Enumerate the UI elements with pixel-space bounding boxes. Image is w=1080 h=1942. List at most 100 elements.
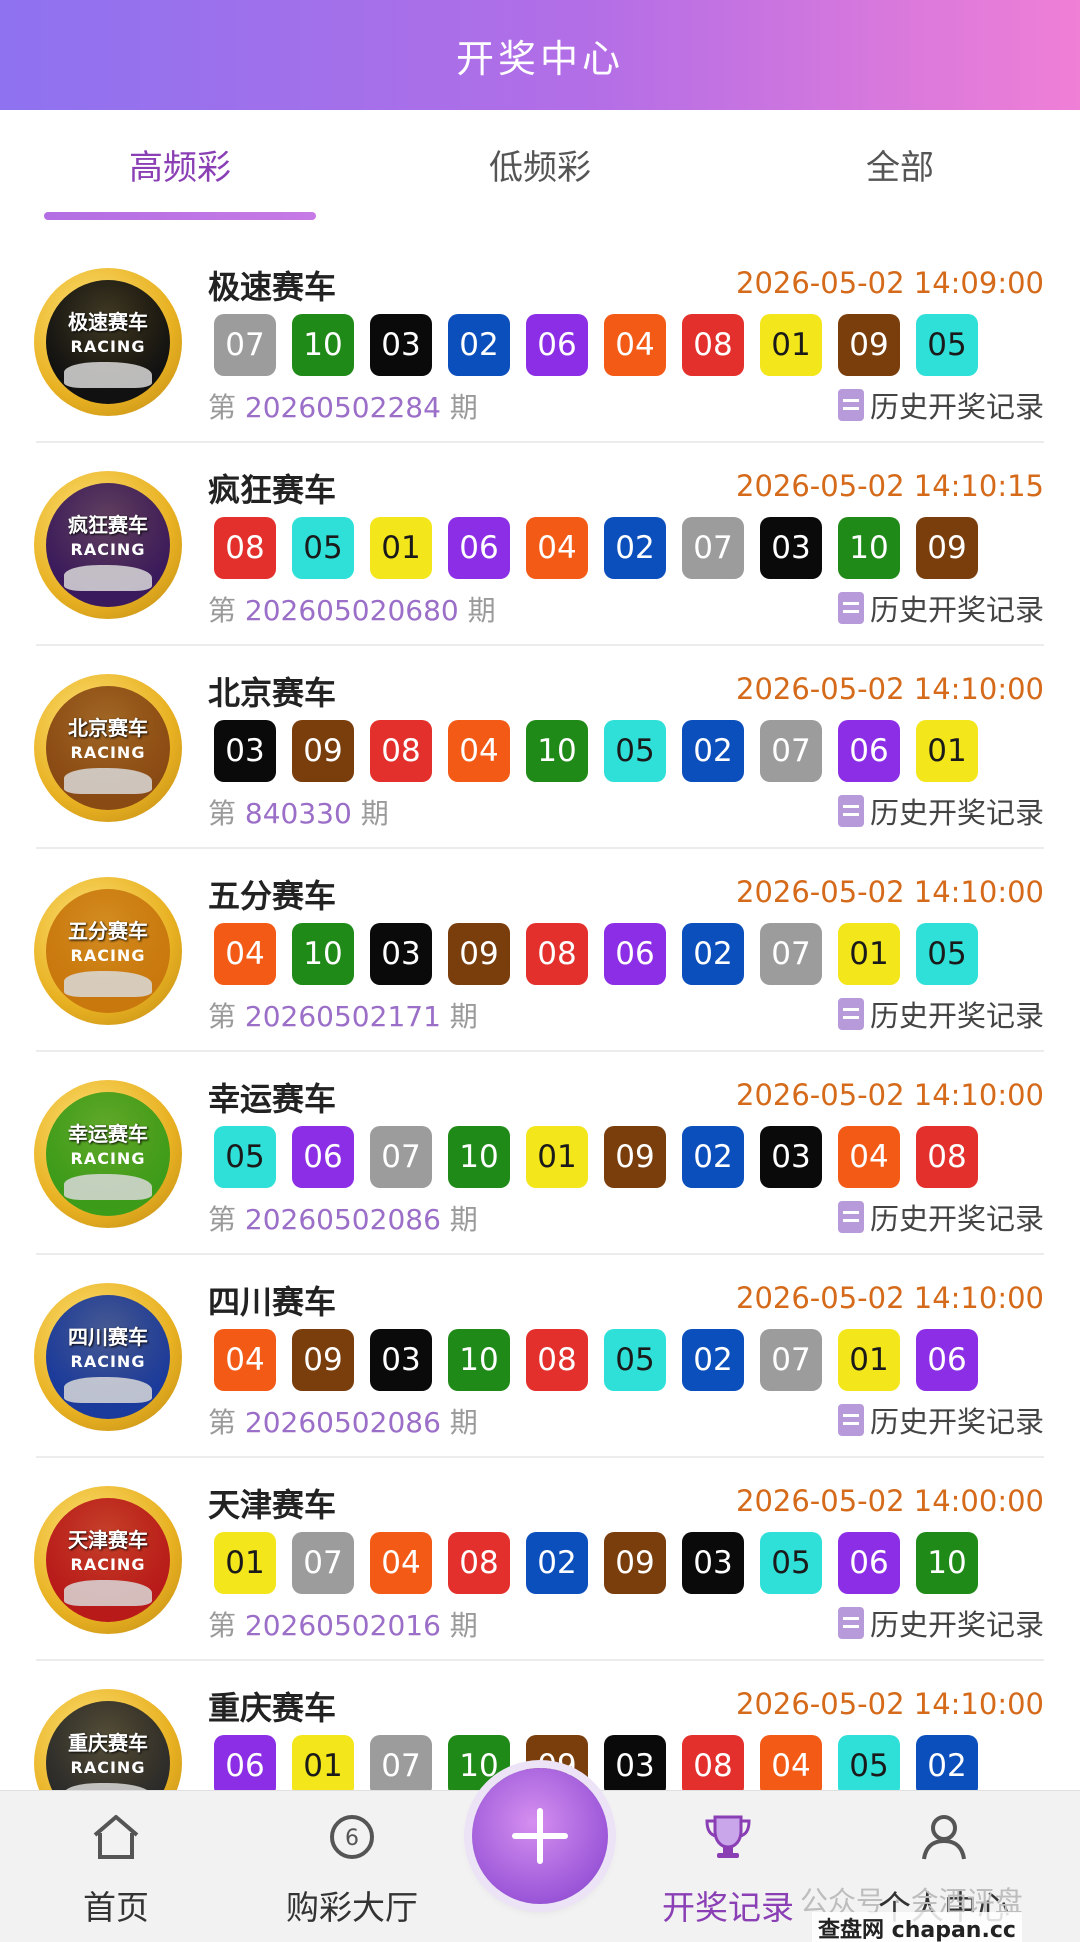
- issue-number: 第 840330 期: [208, 792, 389, 832]
- draw-result-row[interactable]: 四川赛车 RACING 四川赛车 2026-05-02 14:10:00 04 09 03 1…: [0, 1255, 1080, 1458]
- result-ball: 10: [448, 1126, 510, 1188]
- result-ball: 03: [214, 720, 276, 782]
- history-link[interactable]: 历史开奖记录: [837, 790, 1044, 832]
- race-car-icon: [64, 362, 152, 388]
- result-ball: 04: [760, 1735, 822, 1790]
- result-ball: 09: [604, 1532, 666, 1594]
- game-logo-badge: 天津赛车 RACING: [34, 1486, 182, 1634]
- issue-suffix: 期: [449, 1203, 478, 1236]
- badge-name: 四川赛车: [68, 1325, 148, 1349]
- document-icon: [837, 795, 864, 827]
- result-ball: 04: [448, 720, 510, 782]
- result-ball: 10: [838, 517, 900, 579]
- result-ball: 10: [292, 923, 354, 985]
- badge-name: 幸运赛车: [68, 1122, 148, 1146]
- result-ball: 02: [682, 1126, 744, 1188]
- document-icon: [837, 592, 864, 624]
- nav-lottery-hall-label: 购彩大厅: [286, 1888, 418, 1927]
- result-ball: 07: [682, 517, 744, 579]
- issue-value: 840330: [244, 797, 352, 830]
- race-car-icon: [64, 1174, 152, 1200]
- draw-result-row[interactable]: 五分赛车 RACING 五分赛车 2026-05-02 14:10:00 04 10 03 0…: [0, 849, 1080, 1052]
- history-label: 历史开奖记录: [869, 1405, 1044, 1439]
- badge-name: 重庆赛车: [68, 1731, 148, 1755]
- history-link[interactable]: 历史开奖记录: [837, 1399, 1044, 1441]
- badge-sub: RACING: [70, 1352, 146, 1371]
- game-name: 疯狂赛车: [208, 471, 337, 509]
- result-ball: 05: [838, 1735, 900, 1790]
- issue-suffix: 期: [360, 797, 389, 830]
- tab-low-frequency[interactable]: 低频彩: [360, 140, 720, 189]
- result-ball: 02: [604, 517, 666, 579]
- result-ball: 03: [682, 1532, 744, 1594]
- active-tab-indicator: [44, 212, 316, 220]
- issue-prefix: 第: [208, 1609, 237, 1642]
- game-logo-badge: 极速赛车 RACING: [34, 268, 182, 416]
- issue-suffix: 期: [449, 1609, 478, 1642]
- issue-suffix: 期: [467, 594, 496, 627]
- badge-sub: RACING: [70, 337, 146, 356]
- nav-lottery-hall[interactable]: 6 购彩大厅: [244, 1791, 460, 1942]
- game-name: 极速赛车: [208, 268, 337, 306]
- issue-number: 第 20260502171 期: [208, 995, 478, 1035]
- badge-name: 极速赛车: [68, 310, 148, 334]
- tab-high-frequency[interactable]: 高频彩: [0, 140, 360, 189]
- result-ball: 09: [916, 517, 978, 579]
- history-link[interactable]: 历史开奖记录: [837, 1602, 1044, 1644]
- result-ball: 03: [760, 1126, 822, 1188]
- result-ball: 07: [760, 720, 822, 782]
- history-link[interactable]: 历史开奖记录: [837, 384, 1044, 426]
- result-ball: 09: [292, 1329, 354, 1391]
- game-name: 幸运赛车: [208, 1080, 337, 1118]
- svg-text:6: 6: [345, 1826, 359, 1851]
- result-ball: 02: [916, 1735, 978, 1790]
- result-ball: 04: [214, 1329, 276, 1391]
- game-logo-badge: 北京赛车 RACING: [34, 674, 182, 822]
- game-logo-badge: 重庆赛车 RACING: [34, 1689, 182, 1790]
- history-link[interactable]: 历史开奖记录: [837, 1196, 1044, 1238]
- nav-home[interactable]: 首页: [8, 1791, 224, 1942]
- race-car-icon: [64, 1783, 152, 1790]
- game-logo-badge: 四川赛车 RACING: [34, 1283, 182, 1431]
- issue-number: 第 20260502086 期: [208, 1401, 478, 1441]
- result-ball: 08: [682, 314, 744, 376]
- game-name: 北京赛车: [208, 674, 337, 712]
- result-ball: 06: [448, 517, 510, 579]
- result-ball: 03: [760, 517, 822, 579]
- issue-value: 20260502086: [244, 1406, 441, 1439]
- draw-result-row[interactable]: 幸运赛车 RACING 幸运赛车 2026-05-02 14:10:00 05 06 07 1…: [0, 1052, 1080, 1255]
- user-icon: [922, 1815, 966, 1860]
- draw-result-row[interactable]: 疯狂赛车 RACING 疯狂赛车 2026-05-02 14:10:15 08 05 01 0…: [0, 443, 1080, 646]
- result-ball: 01: [838, 923, 900, 985]
- history-link[interactable]: 历史开奖记录: [837, 993, 1044, 1035]
- badge-sub: RACING: [70, 1758, 146, 1777]
- draw-result-row[interactable]: 极速赛车 RACING 极速赛车 2026-05-02 14:09:00 07 10 03 0…: [0, 240, 1080, 443]
- game-logo-badge: 疯狂赛车 RACING: [34, 471, 182, 619]
- history-label: 历史开奖记录: [869, 390, 1044, 424]
- game-name: 四川赛车: [208, 1283, 337, 1321]
- draw-result-row[interactable]: 北京赛车 RACING 北京赛车 2026-05-02 14:10:00 03 09 08 0…: [0, 646, 1080, 849]
- issue-value: 20260502016: [244, 1609, 441, 1642]
- badge-sub: RACING: [70, 743, 146, 762]
- tab-all[interactable]: 全部: [720, 140, 1080, 189]
- result-ball: 05: [604, 720, 666, 782]
- result-ball: 08: [916, 1126, 978, 1188]
- draw-result-row[interactable]: 天津赛车 RACING 天津赛车 2026-05-02 14:00:00 01 07 04 0…: [0, 1458, 1080, 1661]
- badge-sub: RACING: [70, 1149, 146, 1168]
- app-header: 开奖中心: [0, 0, 1080, 110]
- add-button[interactable]: [472, 1768, 608, 1904]
- result-ball: 04: [370, 1532, 432, 1594]
- history-link[interactable]: 历史开奖记录: [837, 587, 1044, 629]
- game-logo-badge: 幸运赛车 RACING: [34, 1080, 182, 1228]
- result-ball: 10: [292, 314, 354, 376]
- result-ball: 05: [292, 517, 354, 579]
- result-ball: 03: [370, 314, 432, 376]
- plus-icon: [512, 1808, 568, 1864]
- result-ball: 03: [370, 923, 432, 985]
- result-ball: 08: [526, 923, 588, 985]
- draw-results-list: 极速赛车 RACING 极速赛车 2026-05-02 14:09:00 07 10 03 0…: [0, 240, 1080, 1790]
- result-ball: 08: [448, 1532, 510, 1594]
- watermark-logo: 查盘网 chapan.cc: [812, 1912, 1022, 1942]
- history-label: 历史开奖记录: [869, 1608, 1044, 1642]
- result-ball: 02: [448, 314, 510, 376]
